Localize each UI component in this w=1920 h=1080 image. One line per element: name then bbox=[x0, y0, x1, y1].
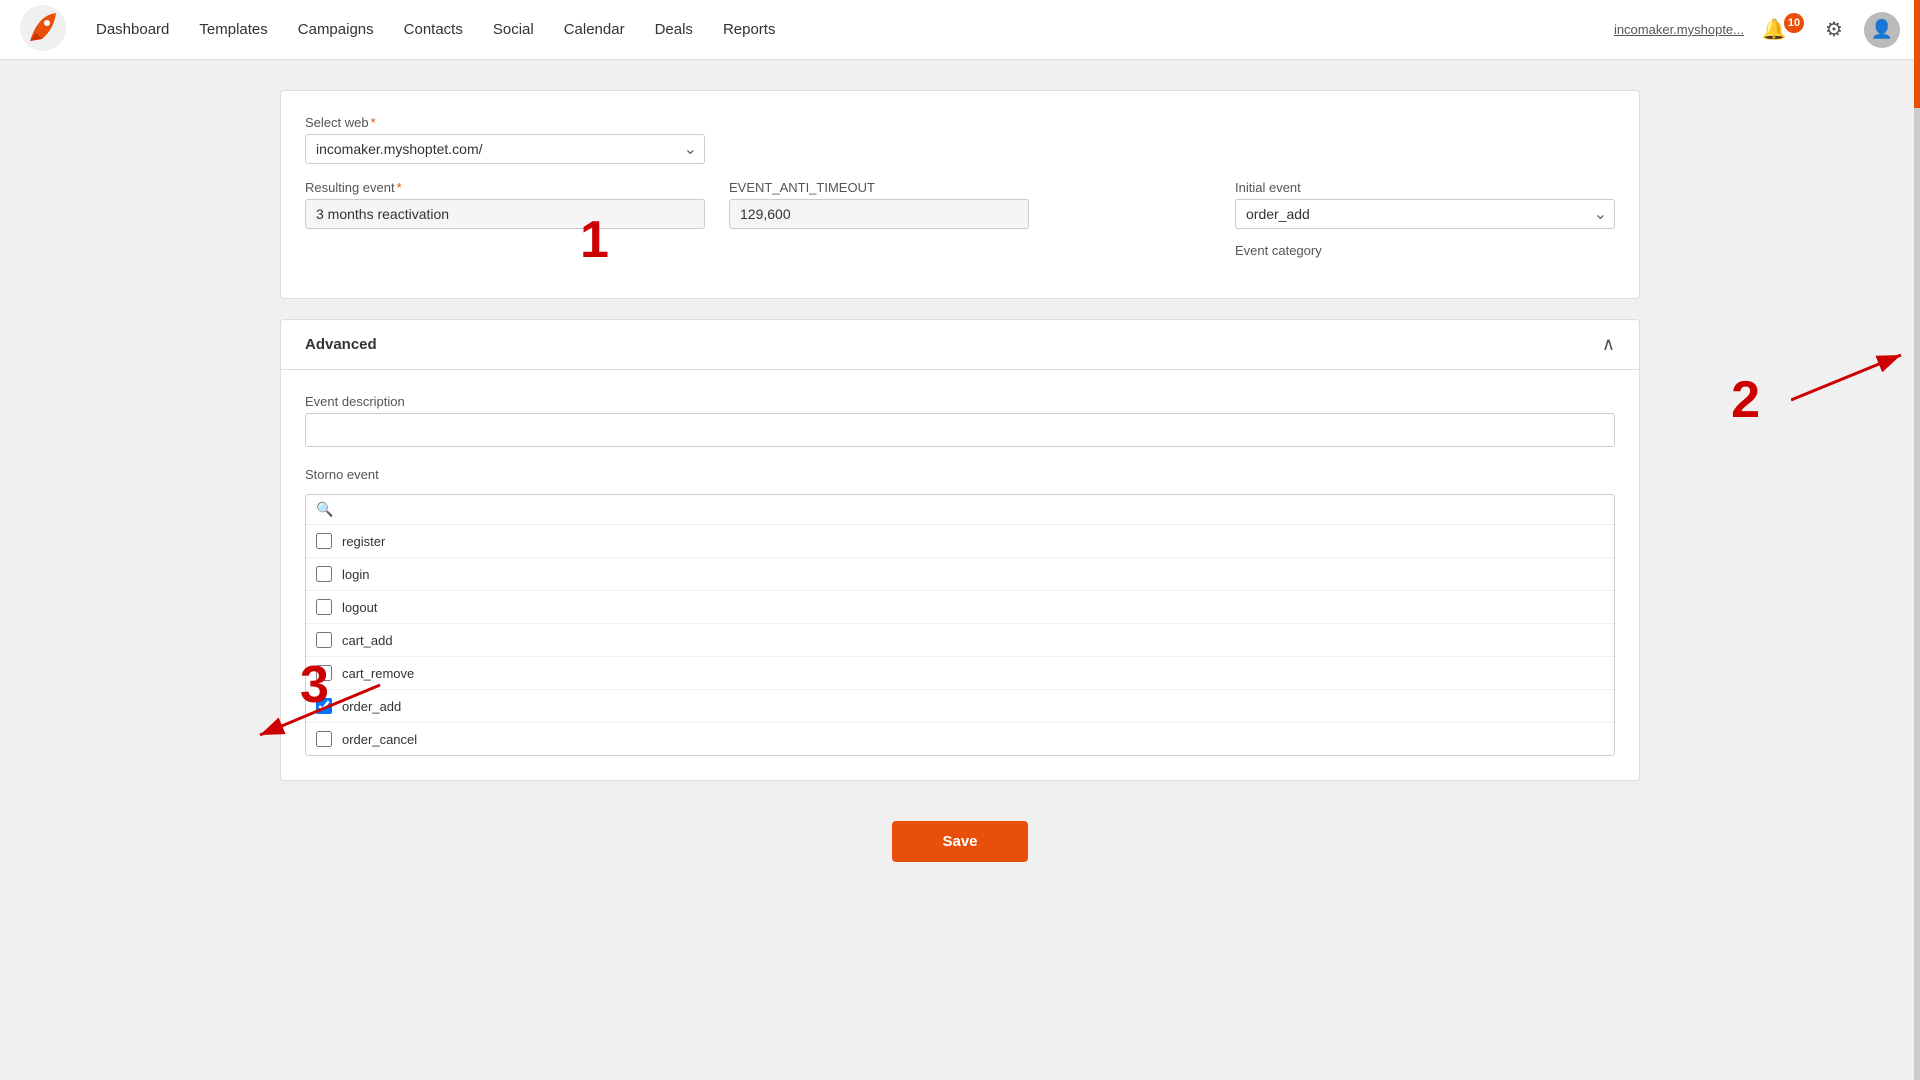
resulting-event-group: Resulting event* bbox=[305, 180, 705, 229]
storno-search-icon: 🔍 bbox=[316, 501, 333, 518]
storno-label-cart_remove: cart_remove bbox=[342, 666, 414, 681]
navbar: Dashboard Templates Campaigns Contacts S… bbox=[0, 0, 1920, 60]
storno-item[interactable]: cart_remove bbox=[306, 657, 1614, 690]
storno-label-order_cancel: order_cancel bbox=[342, 732, 417, 747]
nav-templates[interactable]: Templates bbox=[199, 21, 267, 38]
nav-campaigns[interactable]: Campaigns bbox=[298, 21, 374, 38]
nav-social[interactable]: Social bbox=[493, 21, 534, 38]
initial-event-dropdown[interactable]: order_add bbox=[1235, 199, 1615, 229]
storno-checkbox-login[interactable] bbox=[316, 566, 332, 582]
storno-items-list: register login logout cart_add cart_removeor… bbox=[306, 525, 1614, 755]
initial-event-group: Initial event order_add ⌄ Event category bbox=[1235, 180, 1615, 258]
storno-search-input[interactable] bbox=[339, 502, 1604, 517]
storno-checkbox-cart_remove[interactable] bbox=[316, 665, 332, 681]
select-web-dropdown[interactable]: incomaker.myshoptet.com/ bbox=[305, 134, 705, 164]
nav-reports[interactable]: Reports bbox=[723, 21, 776, 38]
main-content: Select web* incomaker.myshoptet.com/ ⌄ R… bbox=[240, 60, 1680, 912]
select-web-group: Select web* incomaker.myshoptet.com/ ⌄ bbox=[305, 115, 705, 164]
storno-label-login: login bbox=[342, 567, 369, 582]
event-anti-timeout-input[interactable] bbox=[729, 199, 1029, 229]
select-web-wrapper: incomaker.myshoptet.com/ ⌄ bbox=[305, 134, 705, 164]
page-scrollbar-indicator bbox=[1914, 0, 1920, 1080]
settings-button[interactable]: ⚙ bbox=[1816, 12, 1852, 48]
storno-checkbox-cart_add[interactable] bbox=[316, 632, 332, 648]
initial-event-label: Initial event bbox=[1235, 180, 1615, 195]
storno-search-bar: 🔍 bbox=[306, 495, 1614, 525]
nav-calendar[interactable]: Calendar bbox=[564, 21, 625, 38]
event-description-input[interactable] bbox=[305, 413, 1615, 447]
annotation-2-arrow bbox=[1791, 350, 1911, 410]
event-category-label: Event category bbox=[1235, 243, 1615, 258]
nav-contacts[interactable]: Contacts bbox=[404, 21, 463, 38]
storno-checkbox-logout[interactable] bbox=[316, 599, 332, 615]
advanced-body: Event description Storno event 🔍 bbox=[281, 370, 1639, 780]
resulting-event-input[interactable] bbox=[305, 199, 705, 229]
logo[interactable] bbox=[20, 5, 66, 54]
nav-links: Dashboard Templates Campaigns Contacts S… bbox=[96, 21, 1614, 38]
initial-event-wrapper: order_add ⌄ bbox=[1235, 199, 1615, 229]
advanced-title: Advanced bbox=[305, 336, 377, 353]
storno-item[interactable]: register bbox=[306, 525, 1614, 558]
storno-item[interactable]: logout bbox=[306, 591, 1614, 624]
storno-list-container: 🔍 register login logout cart_add cart_remove… bbox=[305, 494, 1615, 756]
storno-event-group: Storno event 🔍 register login logout cart_a… bbox=[305, 467, 1615, 756]
select-web-label: Select web* bbox=[305, 115, 705, 130]
storno-checkbox-register[interactable] bbox=[316, 533, 332, 549]
navbar-right: incomaker.myshopte... 🔔 10 ⚙ 👤 bbox=[1614, 12, 1900, 48]
storno-event-label: Storno event bbox=[305, 467, 1615, 482]
storno-label-register: register bbox=[342, 534, 385, 549]
save-area: Save bbox=[280, 801, 1640, 882]
annotation-2: 2 bbox=[1731, 371, 1760, 429]
select-web-row: Select web* incomaker.myshoptet.com/ ⌄ bbox=[305, 115, 1615, 164]
event-row: Resulting event* EVENT_ANTI_TIMEOUT Init… bbox=[305, 180, 1615, 258]
storno-label-logout: logout bbox=[342, 600, 377, 615]
collapse-icon: ∧ bbox=[1602, 334, 1615, 355]
event-description-label: Event description bbox=[305, 394, 1615, 409]
nav-dashboard[interactable]: Dashboard bbox=[96, 21, 169, 38]
storno-label-cart_add: cart_add bbox=[342, 633, 393, 648]
notification-badge: 10 bbox=[1784, 13, 1804, 33]
top-form-card: Select web* incomaker.myshoptet.com/ ⌄ R… bbox=[280, 90, 1640, 299]
storno-item[interactable]: cart_add bbox=[306, 624, 1614, 657]
event-anti-timeout-group: EVENT_ANTI_TIMEOUT bbox=[729, 180, 1029, 229]
storno-checkbox-order_cancel[interactable] bbox=[316, 731, 332, 747]
save-button[interactable]: Save bbox=[892, 821, 1027, 862]
event-anti-timeout-label: EVENT_ANTI_TIMEOUT bbox=[729, 180, 1029, 195]
avatar[interactable]: 👤 bbox=[1864, 12, 1900, 48]
avatar-icon: 👤 bbox=[1871, 19, 1893, 40]
event-description-group: Event description bbox=[305, 394, 1615, 447]
bell-wrapper: 🔔 10 bbox=[1756, 12, 1804, 48]
user-link[interactable]: incomaker.myshopte... bbox=[1614, 22, 1744, 37]
advanced-header[interactable]: Advanced ∧ bbox=[281, 320, 1639, 370]
resulting-event-label: Resulting event* bbox=[305, 180, 705, 195]
storno-label-order_add: order_add bbox=[342, 699, 401, 714]
storno-item[interactable]: order_cancel bbox=[306, 723, 1614, 755]
nav-deals[interactable]: Deals bbox=[655, 21, 693, 38]
storno-checkbox-order_add[interactable] bbox=[316, 698, 332, 714]
advanced-card: Advanced ∧ Event description Storno even… bbox=[280, 319, 1640, 781]
storno-item[interactable]: login bbox=[306, 558, 1614, 591]
storno-item[interactable]: order_add bbox=[306, 690, 1614, 723]
